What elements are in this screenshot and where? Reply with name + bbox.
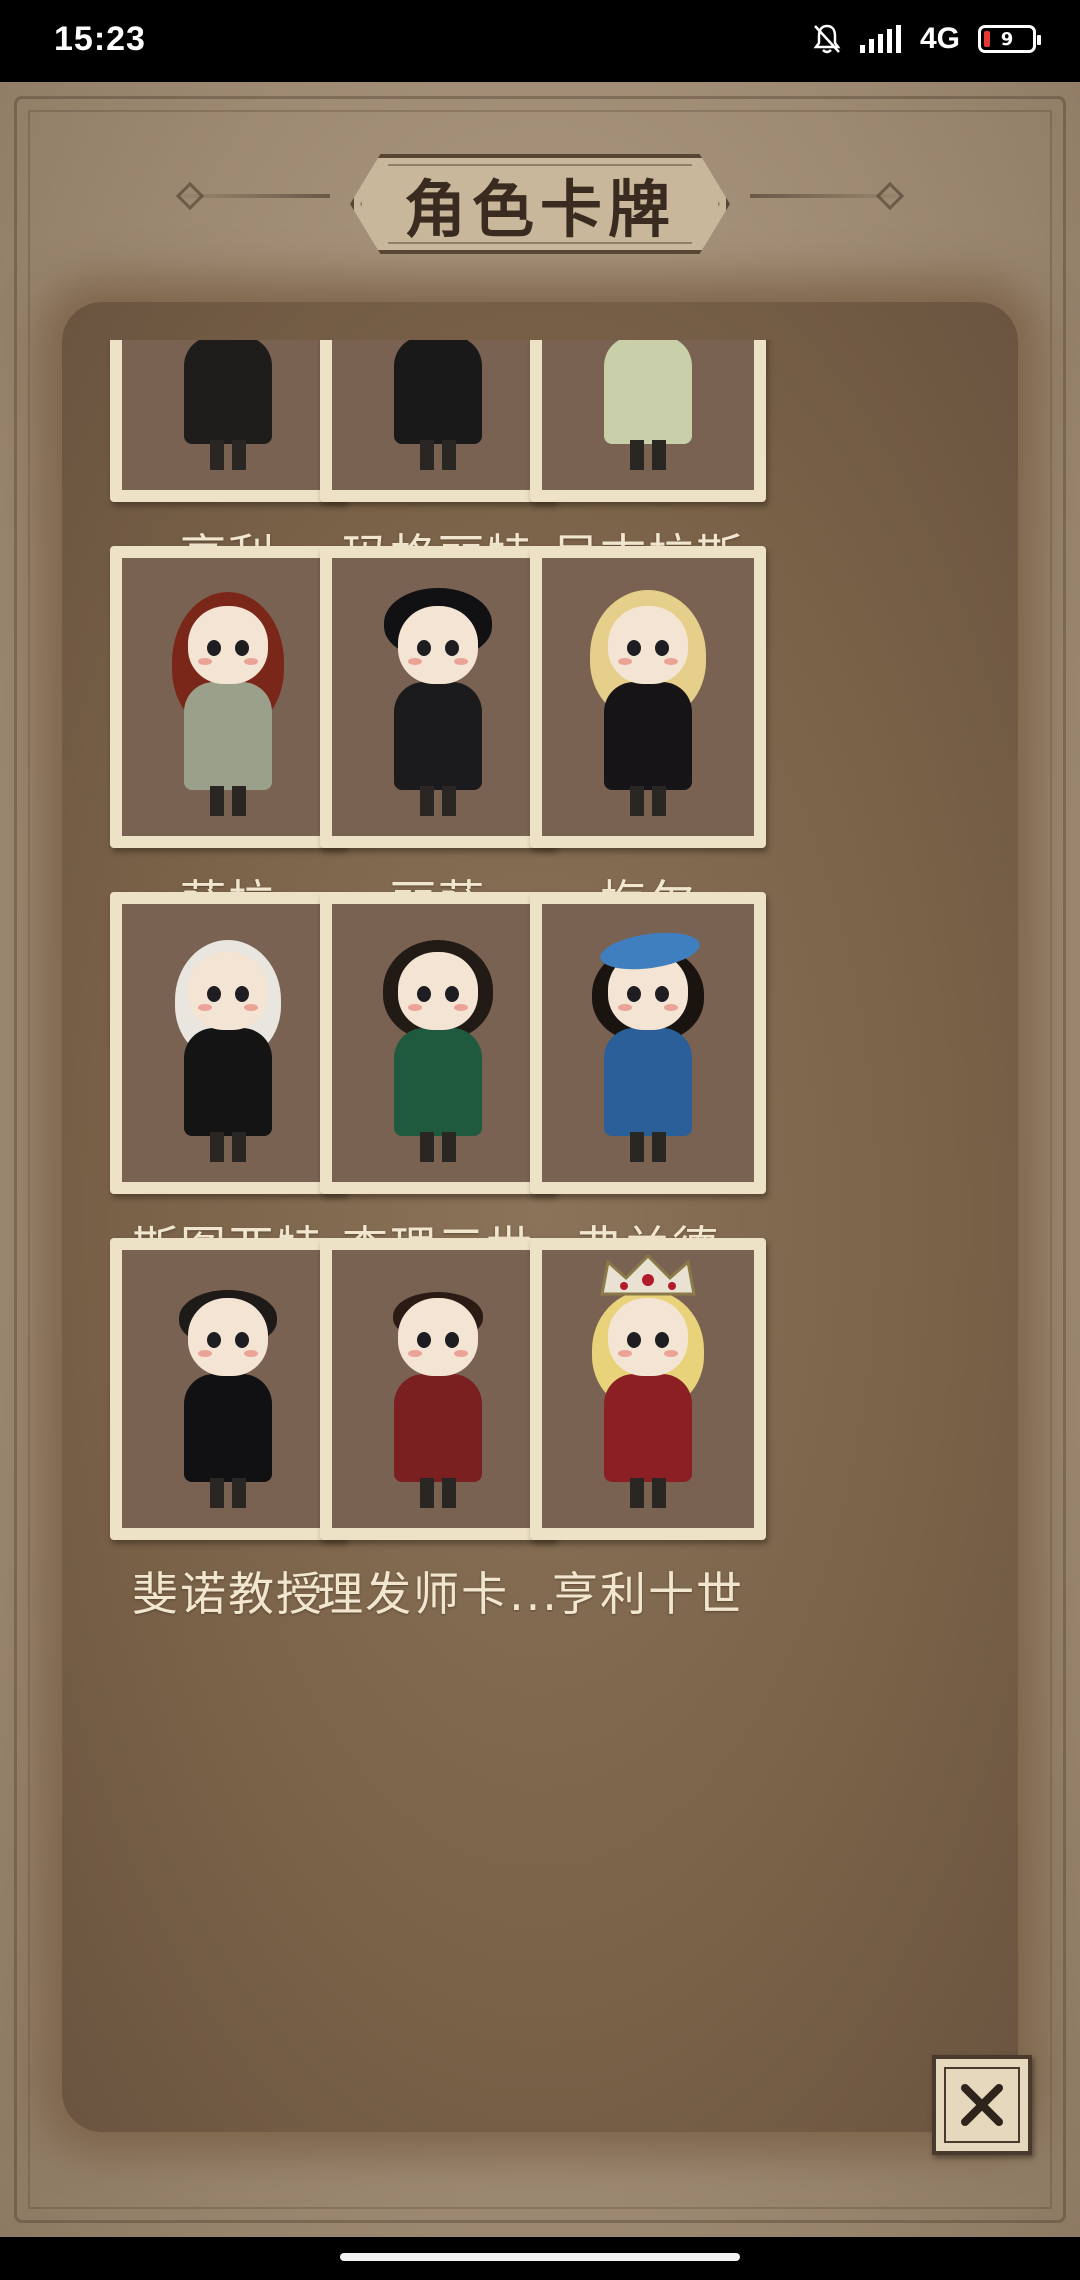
card-frame	[530, 340, 766, 502]
signal-icon	[859, 25, 901, 53]
character-cards-screen: 角色卡牌 亨利	[0, 82, 1080, 2237]
mute-bell-icon	[813, 24, 841, 54]
home-gesture-bar[interactable]	[340, 2253, 740, 2261]
character-card[interactable]: 亨利十世	[480, 1238, 780, 1678]
character-portrait	[542, 558, 754, 836]
close-icon	[961, 2084, 1003, 2126]
card-grid[interactable]: 亨利 玛格丽特	[0, 340, 1080, 2070]
character-figure-icon	[542, 904, 754, 1182]
character-portrait	[542, 904, 754, 1182]
status-bar: 15:23 4G 9	[0, 0, 1080, 82]
network-type: 4G	[919, 22, 960, 55]
character-figure-icon	[542, 558, 754, 836]
status-icons: 4G 9	[812, 22, 1041, 56]
page-title: 角色卡牌	[403, 173, 676, 246]
crown-icon	[600, 1254, 696, 1296]
status-time: 15:23	[54, 20, 146, 58]
character-portrait	[542, 340, 754, 490]
card-frame	[530, 892, 766, 1194]
card-frame	[530, 546, 766, 848]
character-portrait	[542, 1250, 754, 1528]
character-name: 亨利十世	[552, 1567, 744, 1621]
navigation-bar	[0, 2237, 1080, 2280]
card-frame	[530, 1238, 766, 1540]
battery-level: 9	[1000, 28, 1014, 50]
character-figure-icon	[542, 340, 754, 490]
battery-icon: 9	[978, 25, 1041, 53]
character-figure-icon	[542, 1250, 754, 1528]
close-button[interactable]	[932, 2055, 1032, 2155]
